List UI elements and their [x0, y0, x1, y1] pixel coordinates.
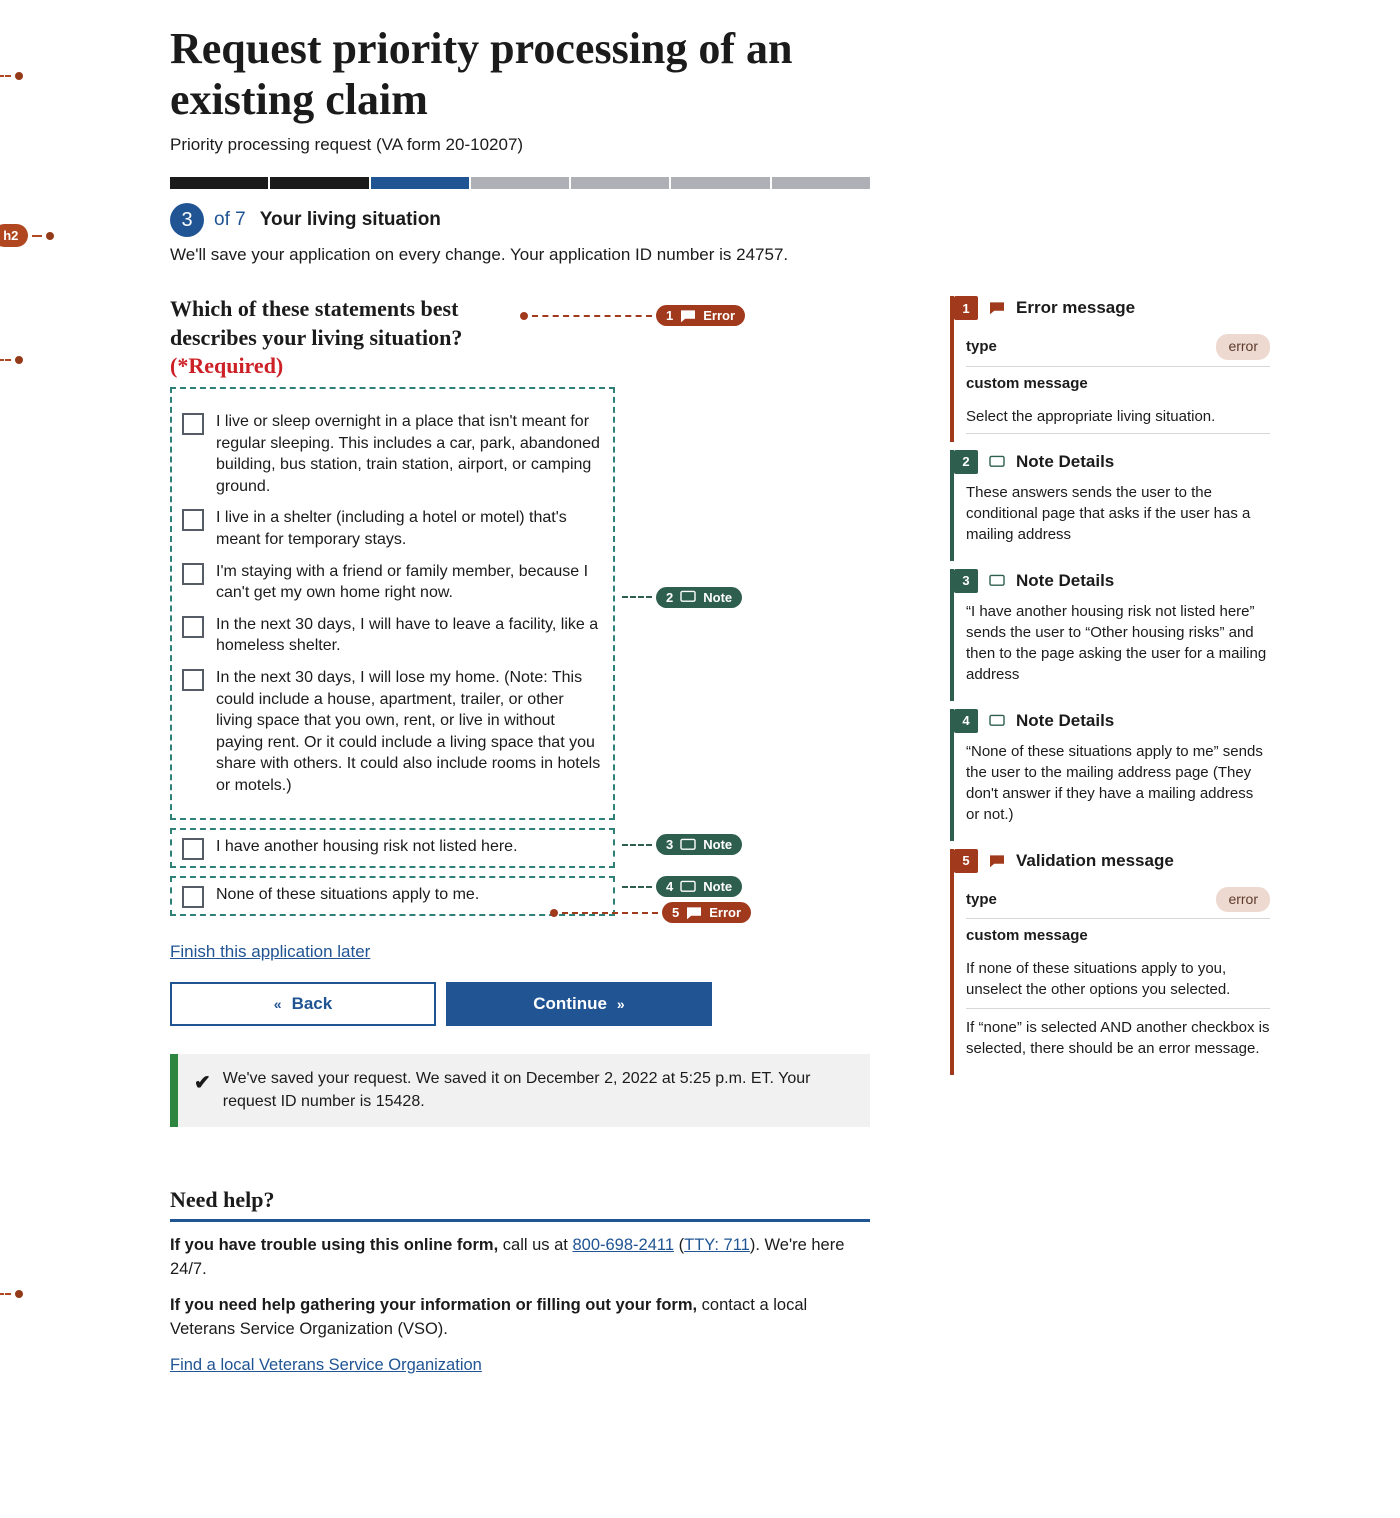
- annotation-panel-5: 5 Validation message type error custom m…: [950, 849, 1270, 1076]
- checkbox-box[interactable]: [182, 509, 204, 531]
- chevron-left-icon: «: [274, 996, 282, 1012]
- step-heading: 3 of 7 Your living situation: [170, 203, 900, 237]
- step-name: Your living situation: [260, 209, 441, 231]
- checkbox-item[interactable]: I live in a shelter (including a hotel o…: [182, 507, 603, 550]
- vso-link-paragraph: Find a local Veterans Service Organizati…: [170, 1354, 870, 1378]
- tty-link[interactable]: TTY: 711: [684, 1236, 750, 1254]
- checkbox-item[interactable]: I'm staying with a friend or family memb…: [182, 561, 603, 604]
- heading-badge-h3: h3: [0, 348, 23, 371]
- annotation-marker-1: 1 Error: [520, 305, 745, 326]
- checkbox-group-other-risk: I have another housing risk not listed h…: [170, 828, 615, 868]
- annotation-panel-1: 1 Error message type error custom messag…: [950, 296, 1270, 442]
- note-icon: [679, 838, 697, 852]
- checkbox-item[interactable]: I have another housing risk not listed h…: [182, 836, 603, 860]
- annotation-panel-4: 4 Note Details “None of these situations…: [950, 709, 1270, 841]
- checkbox-item[interactable]: I live or sleep overnight in a place tha…: [182, 411, 603, 497]
- annotation-panel-2: 2 Note Details These answers sends the u…: [950, 450, 1270, 561]
- checkbox-box[interactable]: [182, 616, 204, 638]
- checkbox-box[interactable]: [182, 563, 204, 585]
- checkbox-group-main: I live or sleep overnight in a place tha…: [170, 387, 615, 821]
- progress-seg: [170, 177, 268, 189]
- annotation-panel-3: 3 Note Details “I have another housing r…: [950, 569, 1270, 701]
- comment-icon: [988, 301, 1006, 315]
- vso-link[interactable]: Find a local Veterans Service Organizati…: [170, 1356, 482, 1374]
- progress-seg: [571, 177, 669, 189]
- progress-seg: [270, 177, 368, 189]
- help-paragraph-2: If you need help gathering your informat…: [170, 1294, 870, 1342]
- checkbox-box[interactable]: [182, 669, 204, 691]
- comment-icon: [685, 906, 703, 920]
- annotation-marker-3: 3 Note: [622, 834, 742, 855]
- phone-link[interactable]: 800-698-2411: [572, 1236, 674, 1254]
- heading-badge-h2: h2: [0, 1282, 23, 1305]
- annotation-marker-2: 2 Note: [622, 587, 742, 608]
- pill-h2: h2: [0, 224, 28, 247]
- step-of-n: of 7: [214, 209, 246, 231]
- page-subtitle: Priority processing request (VA form 20-…: [170, 135, 900, 155]
- checkbox-box[interactable]: [182, 886, 204, 908]
- progress-seg: [671, 177, 769, 189]
- check-icon: ✔: [194, 1070, 211, 1095]
- note-icon: [679, 880, 697, 894]
- autosave-text: We'll save your application on every cha…: [170, 245, 900, 265]
- progress-seg: [371, 177, 469, 189]
- note-icon: [988, 574, 1006, 588]
- help-paragraph-1: If you have trouble using this online fo…: [170, 1234, 870, 1282]
- checkbox-item[interactable]: In the next 30 days, I will have to leav…: [182, 614, 603, 657]
- need-help-heading: Need help?: [170, 1187, 870, 1222]
- checkbox-box[interactable]: [182, 838, 204, 860]
- finish-later-link[interactable]: Finish this application later: [170, 942, 370, 962]
- annotation-marker-5: 5 Error: [550, 902, 751, 923]
- continue-button[interactable]: Continue »: [446, 982, 712, 1026]
- comment-icon: [679, 309, 697, 323]
- progress-bar: [170, 177, 870, 189]
- heading-badge-h4-h2: STYLES LIKE h4 h2: [0, 224, 54, 247]
- note-icon: [679, 590, 697, 604]
- note-icon: [988, 714, 1006, 728]
- annotation-side-column: 1 Error message type error custom messag…: [950, 296, 1270, 1083]
- chevron-right-icon: »: [617, 996, 625, 1012]
- checkbox-group-none-apply: None of these situations apply to me.: [170, 876, 615, 916]
- checkbox-item[interactable]: In the next 30 days, I will lose my home…: [182, 667, 603, 797]
- annotation-marker-4: 4 Note: [622, 876, 742, 897]
- question-heading: Which of these statements best describes…: [170, 295, 510, 381]
- progress-seg: [471, 177, 569, 189]
- comment-icon: [988, 854, 1006, 868]
- page-title: Request priority processing of an existi…: [170, 24, 900, 125]
- checkbox-box[interactable]: [182, 413, 204, 435]
- progress-seg: [772, 177, 870, 189]
- back-button[interactable]: « Back: [170, 982, 436, 1026]
- note-icon: [988, 455, 1006, 469]
- heading-badge-h1: h1: [0, 64, 23, 87]
- step-number-circle: 3: [170, 203, 204, 237]
- button-row: « Back Continue »: [170, 982, 900, 1026]
- checkbox-item[interactable]: None of these situations apply to me.: [182, 884, 603, 908]
- save-alert: ✔ We've saved your request. We saved it …: [170, 1054, 870, 1127]
